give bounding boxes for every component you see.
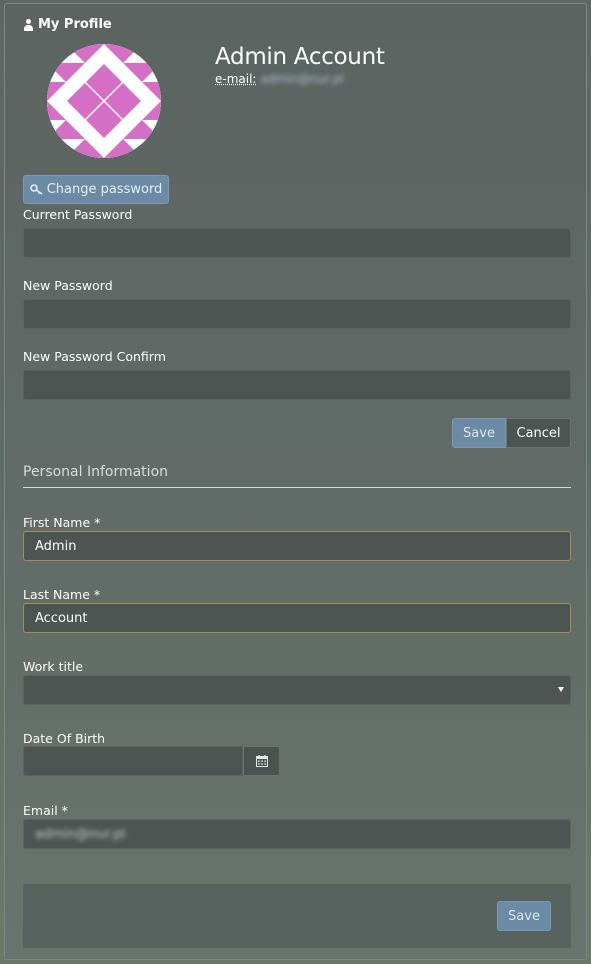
key-icon: [29, 184, 43, 195]
email-label: e-mail:: [215, 72, 257, 86]
email-row: e-mail: admin@nur.pl: [215, 72, 344, 86]
first-name-value: Admin: [35, 539, 77, 554]
first-name-label: First Name *: [23, 515, 101, 530]
new-password-confirm-input[interactable]: [23, 370, 571, 400]
calendar-icon: [255, 755, 268, 767]
caret-down-icon: [558, 687, 564, 692]
date-of-birth-input[interactable]: [23, 746, 243, 776]
email-field-label: Email *: [23, 803, 68, 818]
last-name-input[interactable]: Account: [23, 603, 571, 633]
current-password-label: Current Password: [23, 207, 133, 222]
panel-title-text: My Profile: [38, 17, 112, 32]
email-field[interactable]: admin@nur.pl: [23, 819, 571, 849]
form-footer: [23, 884, 571, 948]
user-icon: [23, 18, 34, 31]
first-name-input[interactable]: Admin: [23, 531, 571, 561]
email-value[interactable]: admin@nur.pl: [260, 72, 343, 86]
current-password-input[interactable]: [23, 228, 571, 258]
work-title-select[interactable]: [23, 675, 571, 705]
date-of-birth-label: Date Of Birth: [23, 731, 106, 746]
new-password-confirm-label: New Password Confirm: [23, 349, 166, 364]
new-password-label: New Password: [23, 278, 113, 293]
change-password-label: Change password: [46, 182, 163, 197]
save-password-button[interactable]: Save: [452, 418, 506, 448]
panel-title: My Profile: [23, 17, 112, 32]
section-title: Personal Information: [23, 464, 169, 480]
avatar: [47, 44, 161, 158]
cancel-button[interactable]: Cancel: [506, 418, 571, 448]
profile-panel: My Profile Admin Account e-mail: admin@n…: [4, 3, 587, 960]
work-title-label: Work title: [23, 659, 84, 674]
email-field-value: admin@nur.pl: [35, 827, 126, 842]
account-name: Admin Account: [215, 44, 385, 70]
change-password-button[interactable]: Change password: [23, 175, 169, 204]
calendar-button[interactable]: [243, 746, 280, 776]
password-actions: Save Cancel: [452, 418, 571, 448]
new-password-input[interactable]: [23, 299, 571, 329]
last-name-value: Account: [35, 611, 88, 626]
save-button[interactable]: Save: [497, 901, 551, 931]
last-name-label: Last Name *: [23, 587, 101, 602]
avatar-identicon: [47, 44, 161, 158]
section-divider: [23, 487, 571, 488]
